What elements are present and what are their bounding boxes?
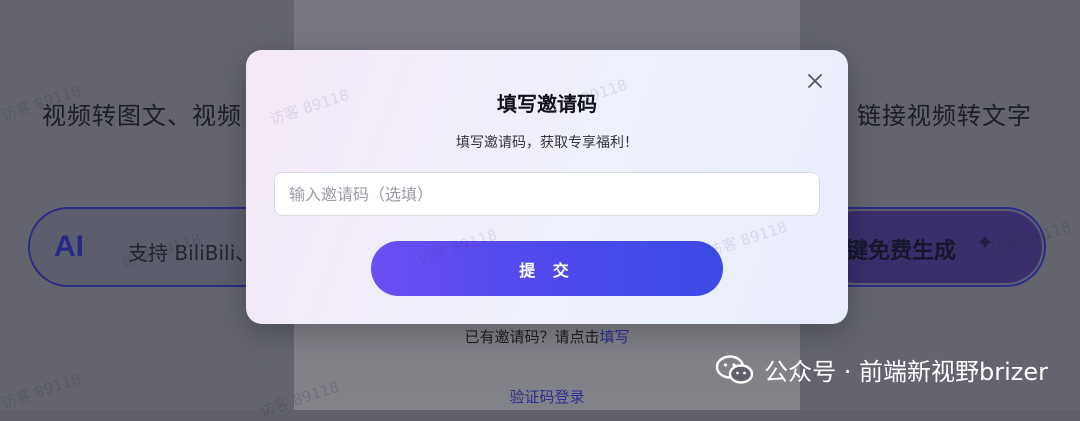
brand-watermark: 公众号 · 前端新视野brizer xyxy=(715,352,1048,387)
watermark: 访客 89118 xyxy=(705,217,790,261)
watermark: 访客 89118 xyxy=(0,369,84,413)
wechat-icon xyxy=(715,354,754,385)
modal-subtitle: 填写邀请码，获取专享福利！ xyxy=(456,135,638,151)
invite-code-input[interactable] xyxy=(274,172,820,216)
have-code-link: 填写 xyxy=(599,328,630,346)
generate-button-label: 键免费生成 xyxy=(846,239,957,264)
ai-label: AI xyxy=(54,230,84,263)
brand-watermark-text: 公众号 · 前端新视野brizer xyxy=(764,358,1048,386)
have-code-prefix: 已有邀请码？请点击 xyxy=(464,328,600,346)
background-title-right: 链接视频转文字 xyxy=(857,102,1032,130)
sms-login-link: 验证码登录 xyxy=(509,388,585,406)
invite-code-modal: 填写邀请码 填写邀请码，获取专享福利！ 提 交 访客 89118 访客 8911… xyxy=(246,50,848,324)
have-code-text: 已有邀请码？请点击填写 xyxy=(294,326,800,347)
